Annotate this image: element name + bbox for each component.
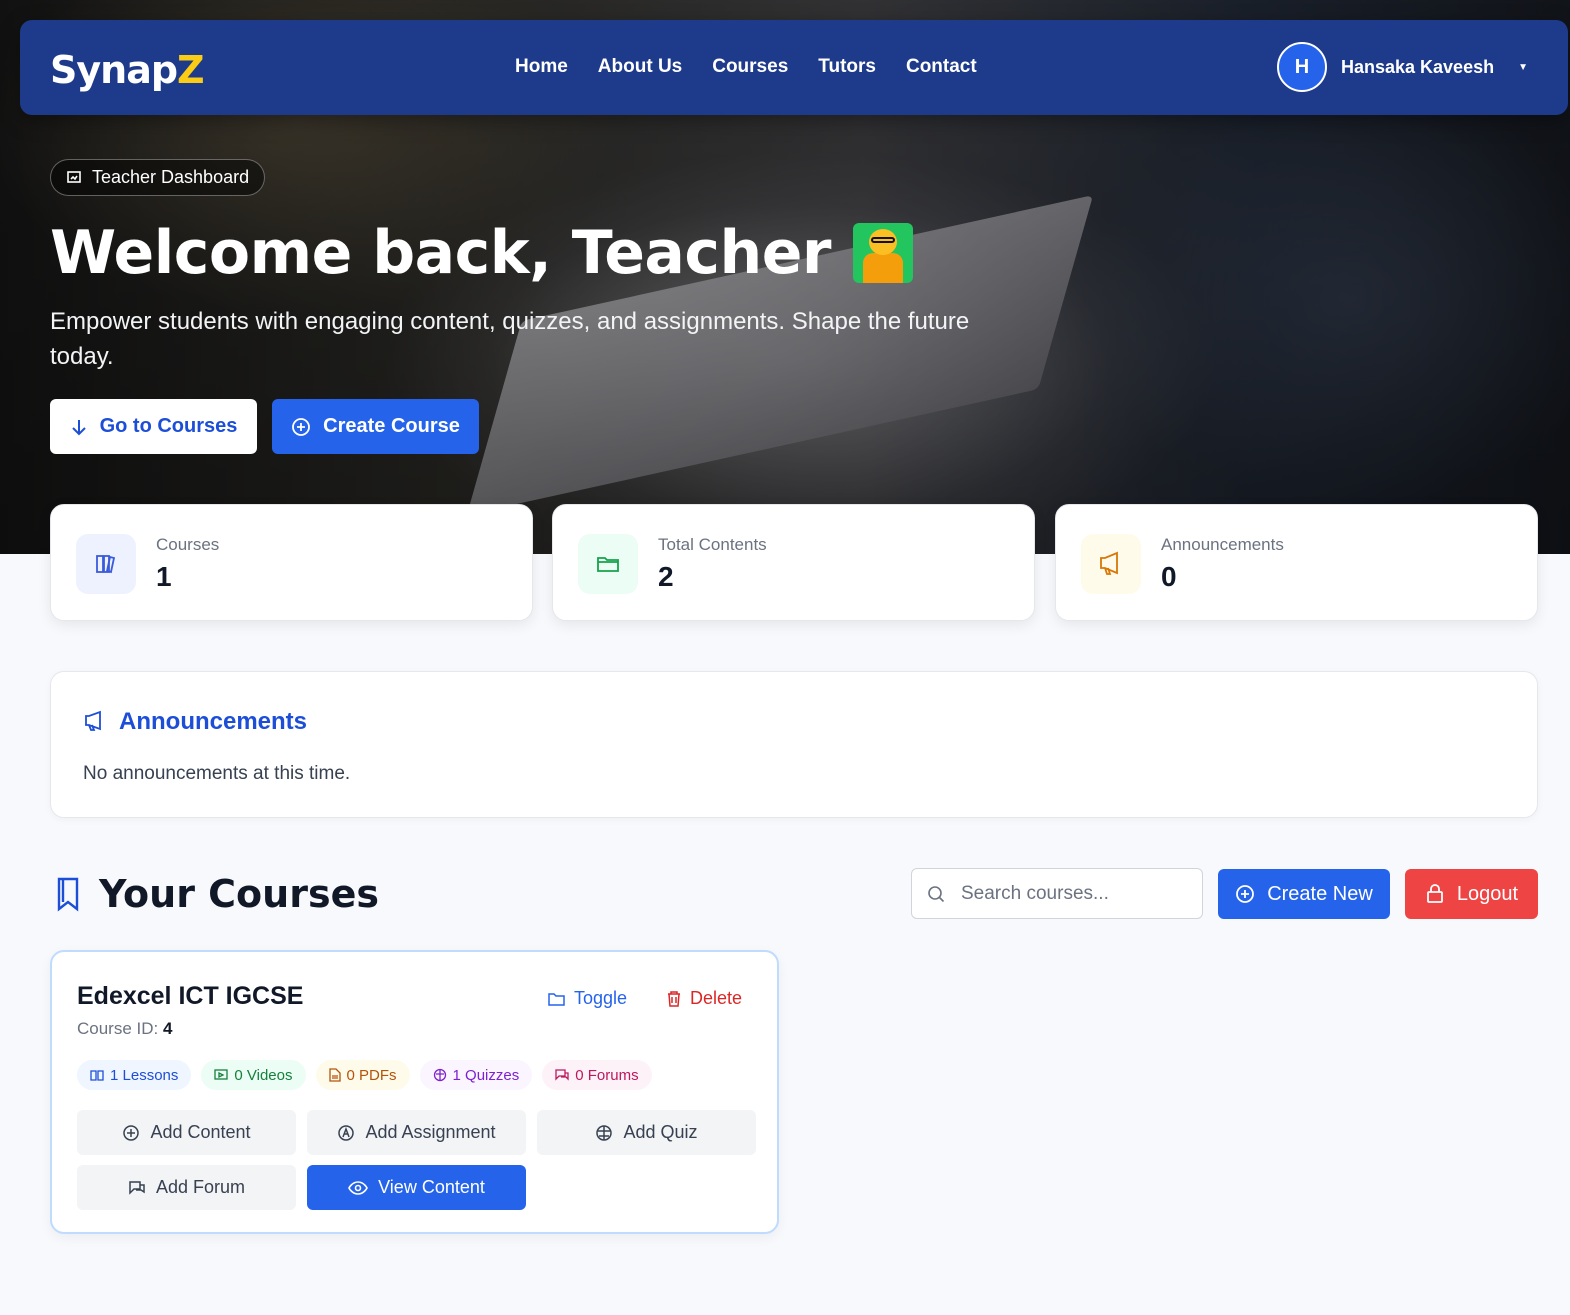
create-new-button[interactable]: Create New <box>1218 869 1390 919</box>
stat-card-total-contents: Total Contents 2 <box>552 504 1035 621</box>
stat-label: Courses <box>156 535 220 554</box>
add-quiz-label: Add Quiz <box>623 1122 698 1142</box>
plus-circle-icon <box>1235 884 1255 904</box>
trash-icon <box>666 990 682 1008</box>
toggle-button[interactable]: Toggle <box>548 988 627 1009</box>
file-icon <box>328 1068 341 1082</box>
announcements-title-text: Announcements <box>119 708 308 735</box>
add-assignment-label: Add Assignment <box>365 1122 496 1142</box>
hero-subtitle: Empower students with engaging content, … <box>50 308 970 370</box>
chat-icon <box>128 1179 146 1197</box>
stat-label: Total Contents <box>658 535 767 554</box>
hero-actions: Go to Courses Create Course <box>50 399 479 454</box>
plus-circle-icon <box>122 1124 140 1142</box>
course-stats-chips: 1 Lessons 0 Videos 0 PDFs 1 Quizzes 0 Fo… <box>77 1060 652 1090</box>
chip-quizzes-label: 1 Quizzes <box>452 1066 520 1084</box>
user-menu[interactable]: H Hansaka Kaveesh ▼ <box>1276 42 1528 92</box>
announcements-empty-text: No announcements at this time. <box>83 763 351 784</box>
teacher-emoji-icon <box>852 223 913 283</box>
dashboard-badge: Teacher Dashboard <box>50 159 266 196</box>
chip-pdfs-label: 0 PDFs <box>346 1066 397 1084</box>
stat-card-courses: Courses 1 <box>50 504 533 621</box>
add-forum-label: Add Forum <box>155 1177 246 1197</box>
nav-links: Home About Us Courses Tutors Contact <box>515 56 977 78</box>
stat-label: Announcements <box>1161 535 1284 554</box>
courses-title: Your Courses <box>99 872 379 916</box>
toggle-label: Toggle <box>574 988 628 1008</box>
search-icon <box>927 885 945 903</box>
add-content-label: Add Content <box>150 1122 251 1142</box>
chat-icon <box>555 1068 569 1082</box>
view-content-button[interactable]: View Content <box>307 1165 526 1210</box>
chip-forums: 0 Forums <box>542 1060 652 1090</box>
add-assignment-button[interactable]: Add Assignment <box>307 1110 526 1155</box>
folder-open-icon <box>548 991 566 1007</box>
video-icon <box>214 1069 229 1081</box>
bookmark-icon <box>55 876 83 912</box>
logout-button[interactable]: Logout <box>1405 869 1538 919</box>
add-quiz-button[interactable]: Add Quiz <box>537 1110 756 1155</box>
avatar[interactable]: H <box>1276 42 1327 92</box>
stat-value: 1 <box>156 561 172 592</box>
assignment-icon <box>337 1124 355 1142</box>
courses-header: Your Courses <box>55 872 379 916</box>
brain-icon <box>595 1124 613 1142</box>
lock-icon <box>1425 884 1445 904</box>
navbar: SynapZ Home About Us Courses Tutors Cont… <box>20 20 1568 115</box>
nav-link-courses[interactable]: Courses <box>712 56 788 78</box>
delete-label: Delete <box>690 988 743 1008</box>
nav-link-home[interactable]: Home <box>515 56 568 78</box>
go-to-courses-button[interactable]: Go to Courses <box>50 399 257 454</box>
books-icon <box>76 534 136 594</box>
search-input[interactable] <box>961 882 1181 905</box>
user-name[interactable]: Hansaka Kaveesh <box>1341 57 1494 78</box>
chip-videos-label: 0 Videos <box>234 1066 293 1084</box>
delete-button[interactable]: Delete <box>666 988 742 1009</box>
nav-link-about-us[interactable]: About Us <box>598 56 682 78</box>
hero-title: Welcome back, Teacher <box>50 218 1010 288</box>
dashboard-badge-label: Teacher Dashboard <box>92 167 250 187</box>
chip-lessons: 1 Lessons <box>77 1060 192 1090</box>
arrow-down-icon <box>70 418 88 436</box>
chip-videos: 0 Videos <box>201 1060 306 1090</box>
logo[interactable]: SynapZ <box>50 48 205 92</box>
chip-pdfs: 0 PDFs <box>315 1060 410 1090</box>
stat-card-announcements: Announcements 0 <box>1055 504 1538 621</box>
add-content-button[interactable]: Add Content <box>77 1110 296 1155</box>
chip-quizzes: 1 Quizzes <box>419 1060 533 1090</box>
hero-content: Teacher Dashboard Welcome back, Teacher … <box>50 159 1010 374</box>
plus-circle-icon <box>291 417 311 437</box>
chip-forums-label: 0 Forums <box>575 1066 639 1084</box>
presentation-icon <box>66 170 82 186</box>
create-course-label: Create Course <box>323 415 460 437</box>
folder-icon <box>578 534 638 594</box>
megaphone-icon <box>83 710 107 734</box>
announcements-panel: Announcements No announcements at this t… <box>50 671 1538 818</box>
course-card: Edexcel ICT IGCSE Course ID: 4 Toggle De… <box>50 950 779 1234</box>
chip-lessons-label: 1 Lessons <box>110 1066 179 1084</box>
hero-title-text: Welcome back, Teacher <box>50 218 831 288</box>
book-open-icon <box>90 1069 104 1081</box>
view-content-label: View Content <box>378 1177 485 1197</box>
search-box[interactable] <box>911 868 1203 919</box>
nav-link-contact[interactable]: Contact <box>906 56 977 78</box>
stat-value: 0 <box>1161 561 1177 592</box>
go-to-courses-label: Go to Courses <box>99 415 238 437</box>
course-actions: Add Content Add Assignment Add Quiz Add … <box>77 1110 756 1210</box>
course-name: Edexcel ICT IGCSE <box>77 982 304 1010</box>
stat-value: 2 <box>658 561 674 592</box>
brain-icon <box>433 1068 447 1082</box>
announcements-title: Announcements <box>83 708 307 736</box>
course-id-label: Course ID: <box>77 1019 159 1038</box>
eye-icon <box>348 1180 369 1195</box>
chevron-down-icon[interactable]: ▼ <box>1518 62 1528 73</box>
logout-label: Logout <box>1456 882 1519 905</box>
megaphone-icon <box>1081 534 1141 594</box>
course-id: Course ID: 4 <box>77 1019 172 1039</box>
course-id-value: 4 <box>162 1019 173 1038</box>
create-course-button[interactable]: Create Course <box>272 399 479 454</box>
add-forum-button[interactable]: Add Forum <box>77 1165 296 1210</box>
nav-link-tutors[interactable]: Tutors <box>818 56 876 78</box>
create-new-label: Create New <box>1267 882 1373 905</box>
